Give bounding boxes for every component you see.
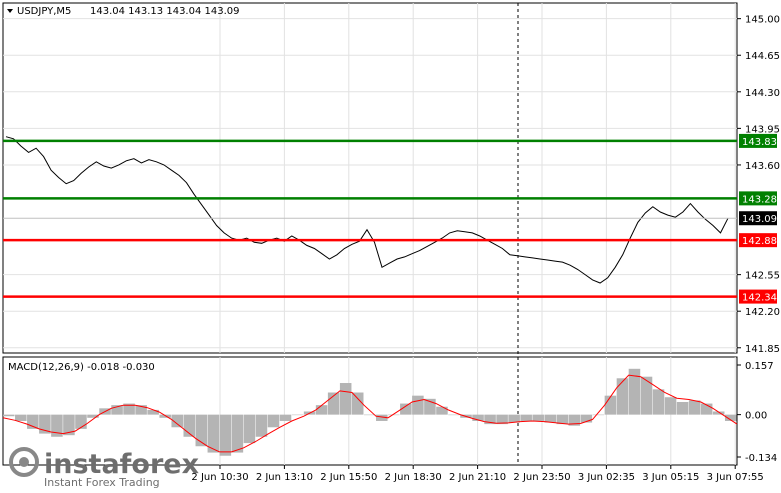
macd-histogram-bar [195, 414, 208, 447]
macd-histogram-bar [388, 414, 400, 416]
macd-histogram-bar [688, 400, 701, 415]
chart-root: 145.00 144.65 144.30 143.95 143.60 142.55 142.… [0, 0, 781, 489]
y-tick-label: 143.95 [745, 124, 780, 135]
y-tick-label: 144.30 [745, 88, 780, 99]
macd-histogram-bar [532, 414, 544, 421]
macd-histogram-bar [75, 414, 87, 429]
macd-histogram-bar [448, 414, 460, 416]
macd-histogram-bar [267, 414, 280, 428]
watermark: instaforexInstant Forex Trading [9, 447, 199, 489]
macd-histogram-bar [315, 405, 328, 415]
y-tick-label: 145.00 [745, 15, 780, 26]
y-tick-label: 141.85 [745, 344, 780, 355]
macd-histogram-bar [291, 414, 304, 416]
macd-histogram-bar [640, 376, 653, 415]
macd-histogram-bar [15, 414, 27, 421]
chart-title: USDJPY,M5 [17, 6, 71, 17]
macd-histogram-bar [520, 414, 532, 421]
x-tick-label: 3 Jun 05:15 [642, 472, 699, 483]
x-tick-label: 3 Jun 07:55 [707, 472, 764, 483]
x-tick-label: 2 Jun 10:30 [191, 472, 248, 483]
macd-title: MACD(12,26,9) -0.018 -0.030 [8, 362, 155, 373]
y-tick-label: 144.65 [745, 51, 780, 62]
y-tick-label: 143.60 [745, 161, 780, 172]
macd-histogram-bar [279, 414, 292, 421]
y-tick-label: 142.20 [745, 307, 780, 318]
y-tick-label: 142.55 [745, 271, 780, 282]
ohlc-readout: 143.04 143.13 143.04 143.09 [90, 6, 240, 17]
macd-histogram-bar [436, 406, 448, 415]
x-tick-label: 2 Jun 23:50 [513, 472, 570, 483]
macd-histogram-bar [231, 414, 244, 453]
chart-svg: 145.00 144.65 144.30 143.95 143.60 142.55 142.… [2, 2, 780, 489]
level-price-label: 142.88 [742, 236, 777, 247]
level-price-label: 142.34 [742, 293, 777, 304]
macd-histogram-bar [243, 414, 256, 444]
level-price-label: 143.83 [742, 137, 777, 148]
x-tick-label: 2 Jun 15:50 [320, 472, 377, 483]
macd-histogram-bar [219, 414, 232, 456]
watermark-tagline: Instant Forex Trading [44, 476, 160, 489]
macd-histogram-bar [351, 392, 364, 415]
x-tick-label: 2 Jun 13:10 [256, 472, 313, 483]
macd-y-tick-label: 0.00 [745, 411, 767, 422]
level-price-label: 143.28 [742, 194, 777, 205]
watermark-logo-dot [19, 457, 29, 467]
current-price-label: 143.09 [742, 214, 777, 225]
price-line [5, 136, 729, 284]
macd-y-tick-label: -0.134 [745, 453, 777, 464]
macd-histogram-bar [664, 397, 677, 415]
macd-histogram-bar [255, 414, 268, 437]
x-tick-label: 2 Jun 21:10 [449, 472, 506, 483]
macd-histogram-bar [616, 378, 629, 415]
x-tick-label: 2 Jun 18:30 [385, 472, 442, 483]
macd-histogram-bar [412, 395, 424, 415]
macd-histogram-bar [3, 414, 15, 417]
triangle-down-icon [7, 9, 13, 13]
macd-histogram-bar [147, 409, 159, 415]
macd-histogram-bar [652, 389, 665, 415]
macd-histogram-bar [592, 414, 605, 416]
macd-y-tick-label: 0.157 [745, 361, 774, 372]
macd-histogram-bar [676, 401, 689, 415]
macd-histogram-bar [339, 383, 352, 415]
x-tick-label: 3 Jun 02:35 [578, 472, 635, 483]
macd-histogram-bar [604, 395, 617, 415]
